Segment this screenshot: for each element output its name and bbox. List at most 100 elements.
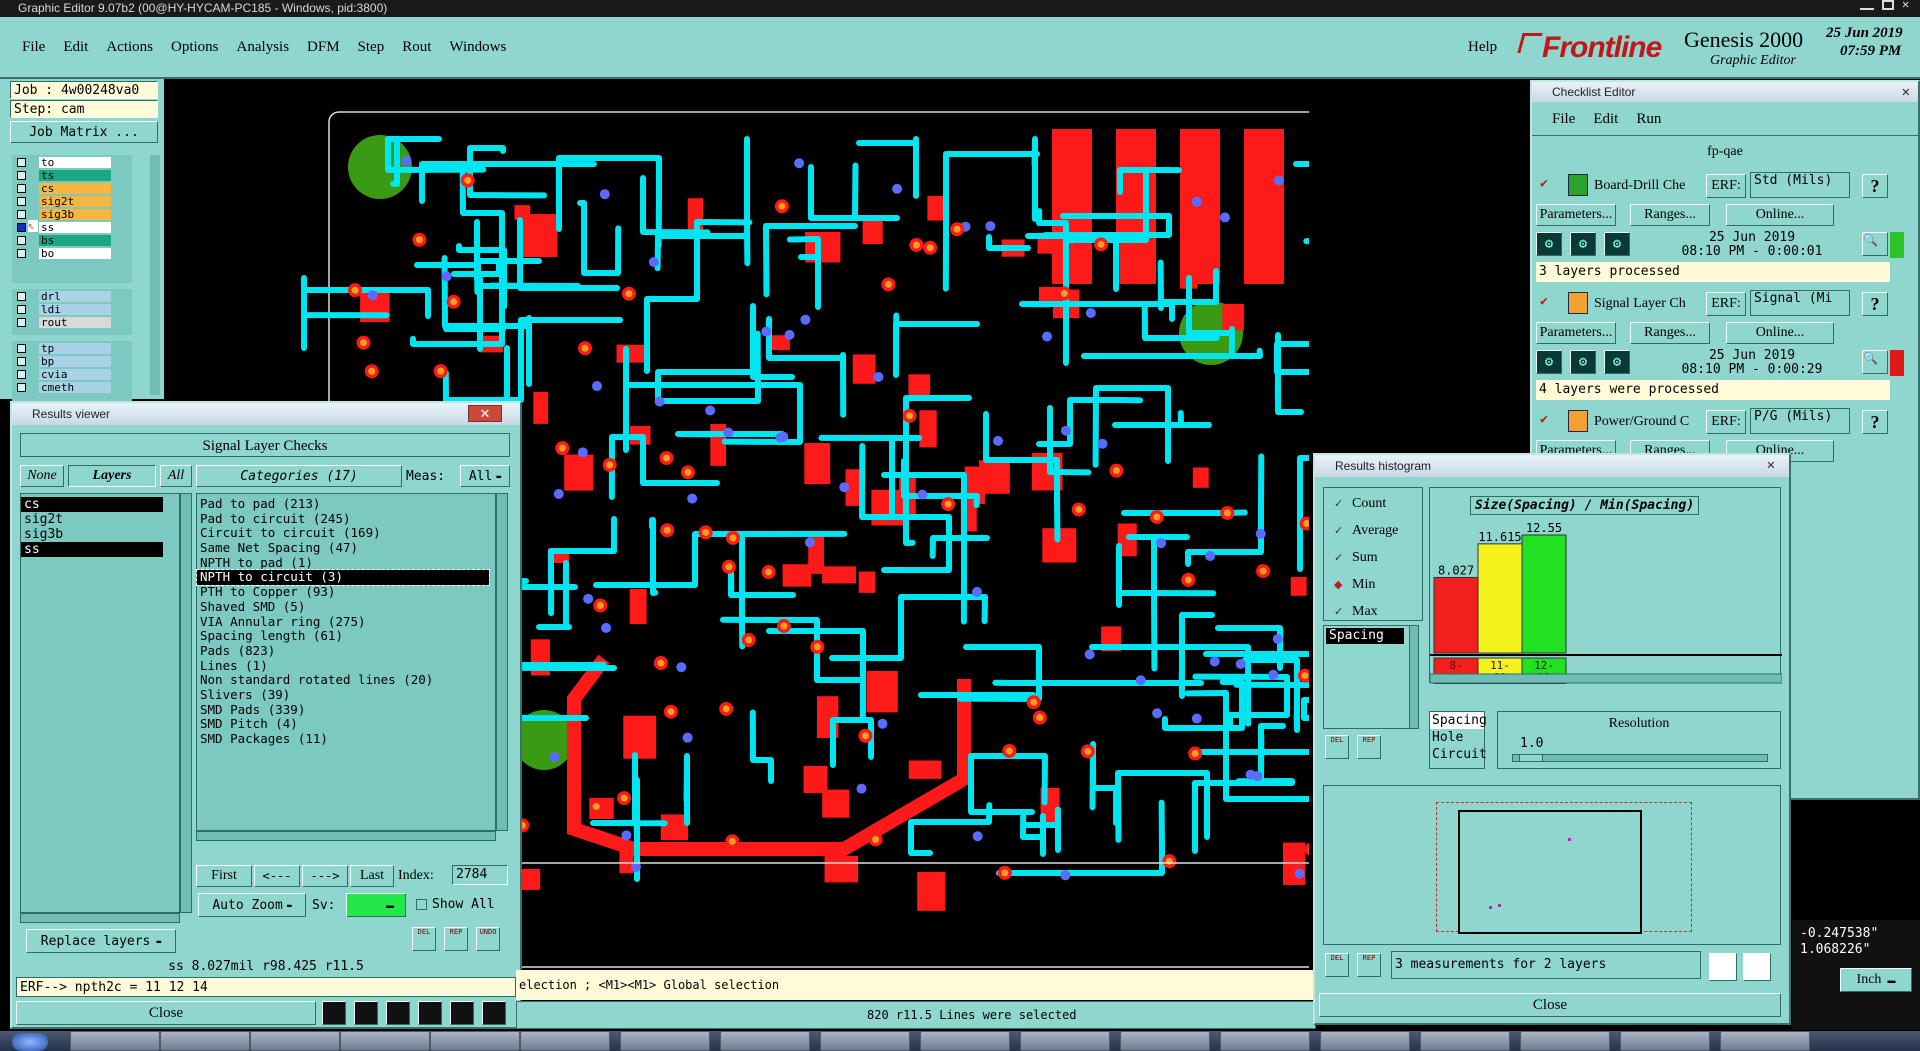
zoom-icon[interactable]: 🔍 — [1862, 232, 1888, 256]
layer-row-cmeth[interactable]: cmeth — [12, 382, 132, 394]
taskbar-app-icon[interactable] — [520, 1031, 610, 1051]
erf-value[interactable]: Signal (Mi — [1750, 290, 1850, 316]
layer-checkbox[interactable] — [17, 370, 26, 379]
layer-row-to[interactable]: to — [12, 157, 132, 169]
menu-file[interactable]: File — [22, 39, 45, 56]
category-item[interactable]: Shaved SMD (5) — [197, 599, 495, 615]
category-item[interactable]: Non standard rotated lines (20) — [197, 673, 495, 688]
layer-row-tp[interactable]: tp — [12, 343, 132, 355]
category-item[interactable]: SMD Pads (339) — [197, 702, 495, 718]
layer-checkbox[interactable] — [17, 318, 26, 327]
hist-rep-icon-2[interactable]: REP — [1357, 953, 1381, 977]
taskbar-app-icon[interactable] — [1520, 1031, 1610, 1051]
histogram-close-icon[interactable]: ✕ — [1767, 457, 1775, 473]
histogram-bar[interactable] — [1477, 543, 1523, 654]
job-matrix-button[interactable]: Job Matrix ... — [10, 121, 158, 143]
all-button[interactable]: All — [160, 465, 192, 487]
next-button[interactable]: ---> — [302, 865, 348, 887]
category-item[interactable]: PTH to Copper (93) — [197, 584, 495, 600]
layer-name[interactable]: ts — [39, 170, 111, 181]
menu-edit[interactable]: Edit — [63, 39, 88, 56]
checklist-menu-file[interactable]: File — [1552, 111, 1575, 128]
category-scrollbar[interactable] — [496, 493, 508, 831]
none-button[interactable]: None — [20, 465, 64, 487]
zoom-icon[interactable]: 🔍 — [1862, 350, 1888, 374]
layer-checkbox[interactable] — [17, 210, 26, 219]
erf-button[interactable]: ERF: — [1706, 292, 1746, 316]
meas-dropdown[interactable]: All ▬ — [460, 465, 510, 487]
category-item[interactable]: NPTH to pad (1) — [197, 555, 495, 571]
maximize-icon[interactable] — [1882, 0, 1894, 10]
show-all-checkbox[interactable] — [416, 899, 427, 910]
taskbar-app-icon[interactable] — [160, 1031, 250, 1051]
first-button[interactable]: First — [196, 865, 252, 887]
category-item[interactable]: Circuit to circuit (169) — [197, 526, 495, 541]
params-button[interactable]: Parameters... — [1536, 204, 1616, 226]
layer-name[interactable]: bo — [39, 248, 111, 259]
category-item[interactable]: NPTH to circuit (3) — [196, 569, 490, 587]
layer-row-bp[interactable]: bp — [12, 356, 132, 368]
last-button[interactable]: Last — [350, 865, 394, 887]
checklist-menu-edit[interactable]: Edit — [1593, 111, 1618, 128]
results-layer-item[interactable]: sig2t — [21, 512, 179, 527]
checklist-item-name[interactable]: Power/Ground C — [1594, 414, 1702, 430]
layer-checkbox[interactable] — [17, 357, 26, 366]
category-item[interactable]: Pad to pad (213) — [197, 496, 495, 512]
hist-list-scrollbar[interactable] — [1409, 625, 1419, 729]
taskbar-app-icon[interactable] — [820, 1031, 910, 1051]
layer-row-ldi[interactable]: ldi — [12, 304, 132, 316]
sv-color-dropdown[interactable]: ▬ — [346, 893, 406, 917]
menu-analysis[interactable]: Analysis — [237, 39, 290, 56]
layer-row-rout[interactable]: rout — [12, 317, 132, 329]
taskbar-app-icon[interactable] — [720, 1031, 810, 1051]
help-icon[interactable]: ? — [1862, 410, 1888, 434]
taskbar-app-icon[interactable] — [920, 1031, 1010, 1051]
layer-name[interactable]: cmeth — [39, 382, 111, 393]
layer-checkbox[interactable] — [17, 158, 26, 167]
histogram-bar[interactable] — [1521, 534, 1567, 654]
layer-checkbox[interactable] — [17, 236, 26, 245]
hist-rep-icon[interactable]: REP — [1357, 735, 1381, 759]
layer-row-bs[interactable]: bs — [12, 235, 132, 247]
checklist-menu-run[interactable]: Run — [1636, 111, 1661, 128]
taskbar-app-icon[interactable] — [70, 1031, 160, 1051]
results-layer-item[interactable]: sig3b — [21, 527, 179, 542]
results-layer-item[interactable]: ss — [21, 542, 163, 557]
results-layer-item[interactable]: cs — [21, 497, 163, 512]
prev-button[interactable]: <--- — [254, 865, 300, 887]
histogram-hscrollbar[interactable] — [1430, 673, 1782, 684]
layer-checkbox[interactable] — [17, 184, 26, 193]
histogram-bar[interactable] — [1433, 576, 1479, 654]
erf-button[interactable]: ERF: — [1706, 410, 1746, 434]
hist-bottom-item-circuit[interactable]: Circuit — [1430, 746, 1487, 763]
hist-del-icon[interactable]: DEL — [1325, 735, 1349, 759]
run-icon[interactable]: ⚙ — [1536, 232, 1562, 256]
resolution-slider-thumb[interactable] — [1519, 754, 1543, 762]
checklist-item-name[interactable]: Signal Layer Ch — [1594, 296, 1702, 312]
hist-bottom-item-hole[interactable]: Hole — [1430, 729, 1484, 746]
category-item[interactable]: VIA Annular ring (275) — [197, 614, 495, 630]
category-item[interactable]: Pads (823) — [197, 643, 495, 659]
run-icon[interactable]: ⚙ — [1570, 350, 1596, 374]
erf-value[interactable]: Std (Mils) — [1750, 172, 1850, 198]
ranges-button[interactable]: Ranges... — [1630, 204, 1710, 226]
run-icon[interactable]: ⚙ — [1570, 232, 1596, 256]
check-icon[interactable]: ✔ — [1540, 176, 1548, 191]
checklist-item-name[interactable]: Board-Drill Che — [1594, 178, 1702, 194]
run-icon[interactable]: ⚙ — [1604, 350, 1630, 374]
taskbar-app-icon[interactable] — [1320, 1031, 1410, 1051]
del-icon[interactable]: DEL — [412, 927, 436, 951]
minimize-icon[interactable] — [1860, 0, 1874, 10]
taskbar-app-icon[interactable] — [340, 1031, 430, 1051]
category-item[interactable]: Lines (1) — [197, 658, 495, 674]
category-hscrollbar[interactable] — [196, 831, 496, 841]
layer-name[interactable]: cvia — [39, 369, 111, 380]
run-icon[interactable]: ⚙ — [1536, 350, 1562, 374]
layer-hscrollbar[interactable] — [20, 913, 180, 923]
taskbar-app-icon[interactable] — [1620, 1031, 1710, 1051]
params-button[interactable]: Parameters... — [1536, 322, 1616, 344]
help-icon[interactable]: ? — [1862, 174, 1888, 198]
resolution-slider[interactable] — [1512, 754, 1768, 762]
histogram-icon[interactable] — [482, 1001, 506, 1025]
layer-name[interactable]: ss — [39, 222, 111, 233]
